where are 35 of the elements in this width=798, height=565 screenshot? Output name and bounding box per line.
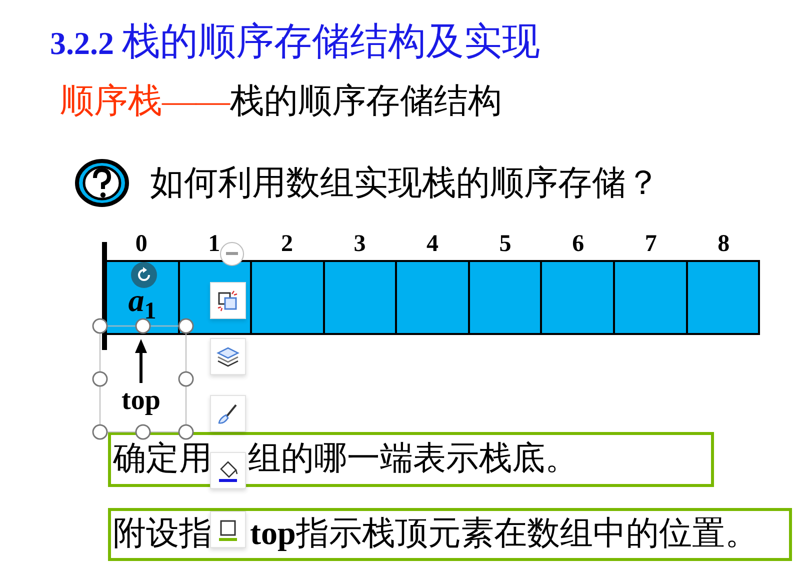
pointer-label: top: [122, 387, 160, 415]
definition-text: 栈的顺序存储结构: [230, 82, 502, 122]
index-label: 7: [644, 231, 657, 257]
index-label: 3: [354, 231, 366, 257]
collapse-button[interactable]: [220, 242, 244, 266]
note-text: top指示栈顶元素在数组中的位置。: [250, 516, 758, 553]
dash-separator: ——: [162, 83, 230, 121]
note-text: 附设指: [113, 516, 212, 553]
minus-icon: [226, 252, 238, 256]
index-label: 0: [135, 231, 148, 257]
slide-title: 栈的顺序存储结构及实现: [122, 20, 540, 65]
fill-icon: [216, 458, 240, 482]
index-label: 4: [426, 231, 439, 257]
section-number: 3.2.2: [50, 25, 114, 62]
rotate-icon[interactable]: [131, 262, 157, 288]
layers-icon: [216, 344, 240, 368]
fill-color-button[interactable]: [210, 452, 246, 489]
brush-button[interactable]: [210, 395, 246, 432]
index-label: 5: [499, 231, 512, 257]
up-arrow: [134, 339, 148, 383]
question-text: 如何利用数组实现栈的顺序存储？: [150, 164, 660, 204]
layers-button[interactable]: [210, 338, 246, 375]
index-label: 6: [572, 231, 584, 257]
index-label: 8: [718, 231, 730, 257]
crop-button[interactable]: [210, 282, 246, 319]
crop-icon: [216, 288, 240, 312]
index-label: 2: [280, 231, 293, 257]
index-label: 1: [208, 231, 220, 257]
question-icon: [74, 158, 130, 208]
border-icon: [216, 518, 240, 542]
term-label: 顺序栈: [60, 82, 162, 122]
note-text: 确定用: [113, 441, 212, 478]
element-label: a$_{1}$: [128, 284, 156, 323]
border-color-button[interactable]: [210, 511, 246, 548]
note-text: 组的哪一端表示栈底。: [248, 441, 578, 478]
